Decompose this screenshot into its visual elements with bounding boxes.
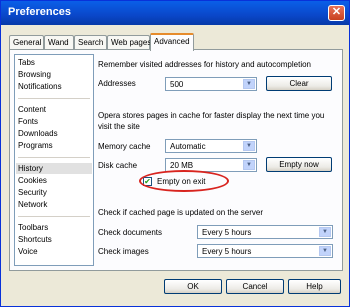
sidebar-separator [18,98,90,99]
tab-wand[interactable]: Wand [44,35,74,50]
tab-search[interactable]: Search [74,35,107,50]
sidebar-item-tabs[interactable]: Tabs [18,57,35,68]
memory-cache-dropdown[interactable]: Automatic ▼ [165,139,257,153]
sidebar-item-network[interactable]: Network [18,199,47,210]
highlight-annotation [139,170,229,192]
sidebar-item-cookies[interactable]: Cookies [18,175,47,186]
disk-cache-label: Disk cache [98,161,138,170]
cache-description-text: Opera stores pages in cache for faster d… [98,111,325,131]
chevron-down-icon[interactable]: ▼ [243,160,255,170]
sidebar-item-content[interactable]: Content [18,104,46,115]
tab-web-pages[interactable]: Web pages [107,35,151,50]
window-title: Preferences [8,6,71,18]
memory-cache-label: Memory cache [98,142,151,151]
memory-cache-value: Automatic [170,142,206,151]
ok-button[interactable]: OK [164,279,222,294]
sidebar-separator [18,216,90,217]
sidebar-separator [18,157,90,158]
sidebar-item-programs[interactable]: Programs [18,140,53,151]
remember-addresses-text: Remember visited addresses for history a… [98,60,311,69]
sidebar-item-voice[interactable]: Voice [18,246,38,257]
cancel-button[interactable]: Cancel [226,279,284,294]
title-bar[interactable]: Preferences ✕ [1,1,349,25]
sidebar-item-fonts[interactable]: Fonts [18,116,38,127]
category-list[interactable]: Tabs Browsing Notifications Content Font… [14,54,94,266]
check-documents-label: Check documents [98,228,163,237]
addresses-value: 500 [170,80,184,89]
chevron-down-icon[interactable]: ▼ [319,246,331,256]
tab-advanced[interactable]: Advanced [150,33,194,51]
chevron-down-icon[interactable]: ▼ [319,227,331,237]
close-icon[interactable]: ✕ [328,5,345,21]
clear-button[interactable]: Clear [266,76,332,91]
tab-general[interactable]: General [9,35,44,50]
preferences-window: Preferences ✕ General Wand Search Web pa… [0,0,350,307]
sidebar-item-toolbars[interactable]: Toolbars [18,222,48,233]
help-button[interactable]: Help [288,279,341,294]
sidebar-item-downloads[interactable]: Downloads [18,128,58,139]
check-images-dropdown[interactable]: Every 5 hours ▼ [197,244,333,258]
sidebar-item-browsing[interactable]: Browsing [18,69,51,80]
sidebar-item-notifications[interactable]: Notifications [18,81,62,92]
chevron-down-icon[interactable]: ▼ [243,79,255,89]
sidebar-item-security[interactable]: Security [18,187,47,198]
empty-now-button[interactable]: Empty now [266,157,332,172]
sidebar-item-history[interactable]: History [16,163,92,174]
check-images-value: Every 5 hours [202,247,252,256]
advanced-panel: Tabs Browsing Notifications Content Font… [9,49,343,271]
addresses-dropdown[interactable]: 500 ▼ [165,77,257,91]
disk-cache-value: 20 MB [170,161,194,170]
check-images-label: Check images [98,247,149,256]
addresses-label: Addresses [98,79,136,88]
sidebar-item-shortcuts[interactable]: Shortcuts [18,234,52,245]
check-updated-text: Check if cached page is updated on the s… [98,208,263,217]
check-documents-dropdown[interactable]: Every 5 hours ▼ [197,225,333,239]
chevron-down-icon[interactable]: ▼ [243,141,255,151]
check-documents-value: Every 5 hours [202,228,252,237]
